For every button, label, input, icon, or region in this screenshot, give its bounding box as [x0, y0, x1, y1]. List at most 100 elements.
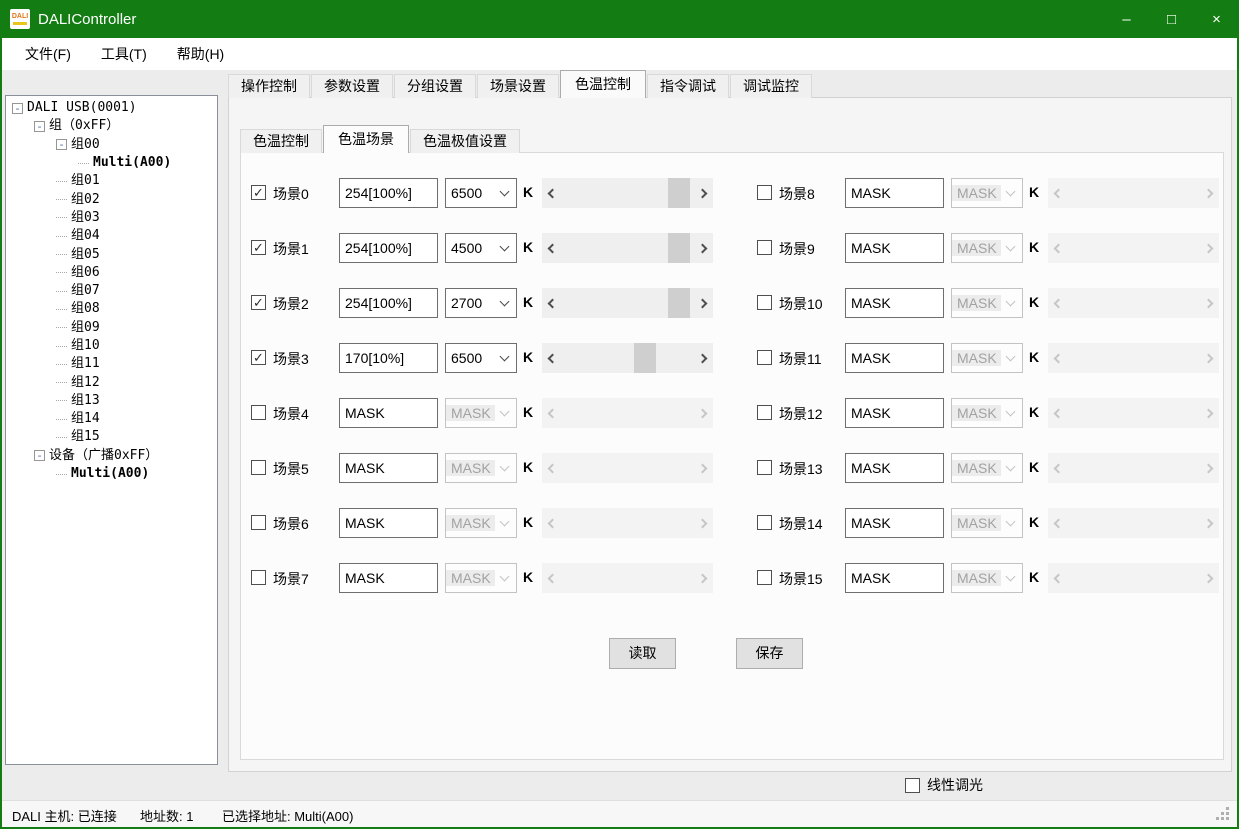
menu-item[interactable]: 帮助(H): [162, 38, 239, 70]
brightness-input[interactable]: [845, 178, 944, 208]
scroll-right-arrow-icon[interactable]: [1201, 288, 1219, 318]
scroll-right-arrow-icon[interactable]: [695, 508, 713, 538]
menu-item[interactable]: 文件(F): [10, 38, 86, 70]
resize-grip-icon[interactable]: [1226, 817, 1229, 820]
scroll-left-arrow-icon[interactable]: [1048, 453, 1066, 483]
brightness-input[interactable]: [845, 398, 944, 428]
tree-item[interactable]: 组10: [6, 337, 217, 355]
cct-dropdown[interactable]: MASK: [445, 563, 517, 593]
brightness-scrollbar[interactable]: [542, 178, 713, 208]
scene-checkbox[interactable]: [251, 405, 266, 420]
maximize-button[interactable]: □: [1149, 0, 1194, 38]
tree-item[interactable]: Multi(A00): [6, 465, 217, 483]
tree-item[interactable]: - DALI USB(0001): [6, 99, 217, 117]
brightness-scrollbar[interactable]: [542, 563, 713, 593]
brightness-input[interactable]: [339, 233, 438, 263]
cct-dropdown[interactable]: MASK: [951, 233, 1023, 263]
main-tab[interactable]: 指令调试: [647, 74, 729, 98]
scroll-left-arrow-icon[interactable]: [1048, 178, 1066, 208]
brightness-input[interactable]: [339, 178, 438, 208]
brightness-input[interactable]: [339, 288, 438, 318]
brightness-input[interactable]: [845, 508, 944, 538]
brightness-input[interactable]: [339, 453, 438, 483]
cct-dropdown[interactable]: 6500: [445, 178, 517, 208]
scroll-right-arrow-icon[interactable]: [1201, 233, 1219, 263]
brightness-input[interactable]: [845, 563, 944, 593]
read-button[interactable]: 读取: [609, 638, 676, 669]
brightness-input[interactable]: [339, 563, 438, 593]
scrollbar-thumb[interactable]: [634, 343, 656, 373]
scroll-right-arrow-icon[interactable]: [1201, 343, 1219, 373]
scroll-left-arrow-icon[interactable]: [542, 508, 560, 538]
cct-dropdown[interactable]: MASK: [951, 453, 1023, 483]
scene-checkbox[interactable]: [757, 240, 772, 255]
brightness-scrollbar[interactable]: [542, 343, 713, 373]
brightness-scrollbar[interactable]: [1048, 398, 1219, 428]
scroll-left-arrow-icon[interactable]: [1048, 508, 1066, 538]
scrollbar-thumb[interactable]: [668, 288, 690, 318]
tree-item[interactable]: 组04: [6, 227, 217, 245]
tree-item[interactable]: 组06: [6, 264, 217, 282]
sub-tab[interactable]: 色温极值设置: [410, 129, 520, 153]
tree-item[interactable]: 组08: [6, 300, 217, 318]
cct-dropdown[interactable]: 4500: [445, 233, 517, 263]
tree-item[interactable]: 组12: [6, 373, 217, 391]
tree-item[interactable]: 组05: [6, 245, 217, 263]
scene-checkbox[interactable]: [251, 460, 266, 475]
tree-item[interactable]: 组14: [6, 410, 217, 428]
cct-dropdown[interactable]: MASK: [951, 288, 1023, 318]
scrollbar-thumb[interactable]: [668, 233, 690, 263]
brightness-scrollbar[interactable]: [542, 453, 713, 483]
sub-tab[interactable]: 色温控制: [240, 129, 322, 153]
tree-item[interactable]: Multi(A00): [6, 154, 217, 172]
scroll-right-arrow-icon[interactable]: [695, 453, 713, 483]
cct-dropdown[interactable]: MASK: [951, 508, 1023, 538]
main-tab[interactable]: 参数设置: [311, 74, 393, 98]
scene-checkbox[interactable]: [757, 350, 772, 365]
brightness-scrollbar[interactable]: [542, 508, 713, 538]
scroll-left-arrow-icon[interactable]: [1048, 563, 1066, 593]
linear-dimming-checkbox[interactable]: [905, 778, 920, 793]
scroll-right-arrow-icon[interactable]: [695, 288, 713, 318]
scene-checkbox[interactable]: [757, 570, 772, 585]
menu-item[interactable]: 工具(T): [86, 38, 162, 70]
tree-item[interactable]: 组15: [6, 428, 217, 446]
scroll-right-arrow-icon[interactable]: [695, 398, 713, 428]
brightness-scrollbar[interactable]: [542, 233, 713, 263]
scroll-left-arrow-icon[interactable]: [1048, 233, 1066, 263]
scroll-left-arrow-icon[interactable]: [542, 563, 560, 593]
cct-dropdown[interactable]: 6500: [445, 343, 517, 373]
scene-checkbox[interactable]: [251, 570, 266, 585]
tree-expander-icon[interactable]: -: [56, 139, 67, 150]
scroll-right-arrow-icon[interactable]: [1201, 178, 1219, 208]
brightness-scrollbar[interactable]: [1048, 508, 1219, 538]
scroll-left-arrow-icon[interactable]: [542, 178, 560, 208]
main-tab[interactable]: 分组设置: [394, 74, 476, 98]
brightness-scrollbar[interactable]: [1048, 288, 1219, 318]
scene-checkbox[interactable]: [757, 515, 772, 530]
scroll-left-arrow-icon[interactable]: [1048, 343, 1066, 373]
main-tab[interactable]: 调试监控: [730, 74, 812, 98]
close-button[interactable]: ×: [1194, 0, 1239, 38]
scene-checkbox[interactable]: [757, 460, 772, 475]
scroll-right-arrow-icon[interactable]: [695, 563, 713, 593]
minimize-button[interactable]: –: [1104, 0, 1149, 38]
brightness-scrollbar[interactable]: [542, 398, 713, 428]
scene-checkbox[interactable]: [757, 405, 772, 420]
scroll-left-arrow-icon[interactable]: [542, 453, 560, 483]
tree-item[interactable]: 组01: [6, 172, 217, 190]
brightness-input[interactable]: [339, 343, 438, 373]
scroll-right-arrow-icon[interactable]: [695, 178, 713, 208]
tree-item[interactable]: - 设备（广播0xFF）: [6, 447, 217, 465]
main-tab[interactable]: 操作控制: [228, 74, 310, 98]
scroll-left-arrow-icon[interactable]: [542, 288, 560, 318]
tree-item[interactable]: 组02: [6, 190, 217, 208]
brightness-input[interactable]: [845, 453, 944, 483]
brightness-input[interactable]: [845, 288, 944, 318]
cct-dropdown[interactable]: MASK: [445, 508, 517, 538]
scroll-left-arrow-icon[interactable]: [542, 398, 560, 428]
tree-expander-icon[interactable]: -: [34, 121, 45, 132]
scene-checkbox[interactable]: [757, 185, 772, 200]
scroll-right-arrow-icon[interactable]: [695, 343, 713, 373]
scroll-left-arrow-icon[interactable]: [1048, 398, 1066, 428]
